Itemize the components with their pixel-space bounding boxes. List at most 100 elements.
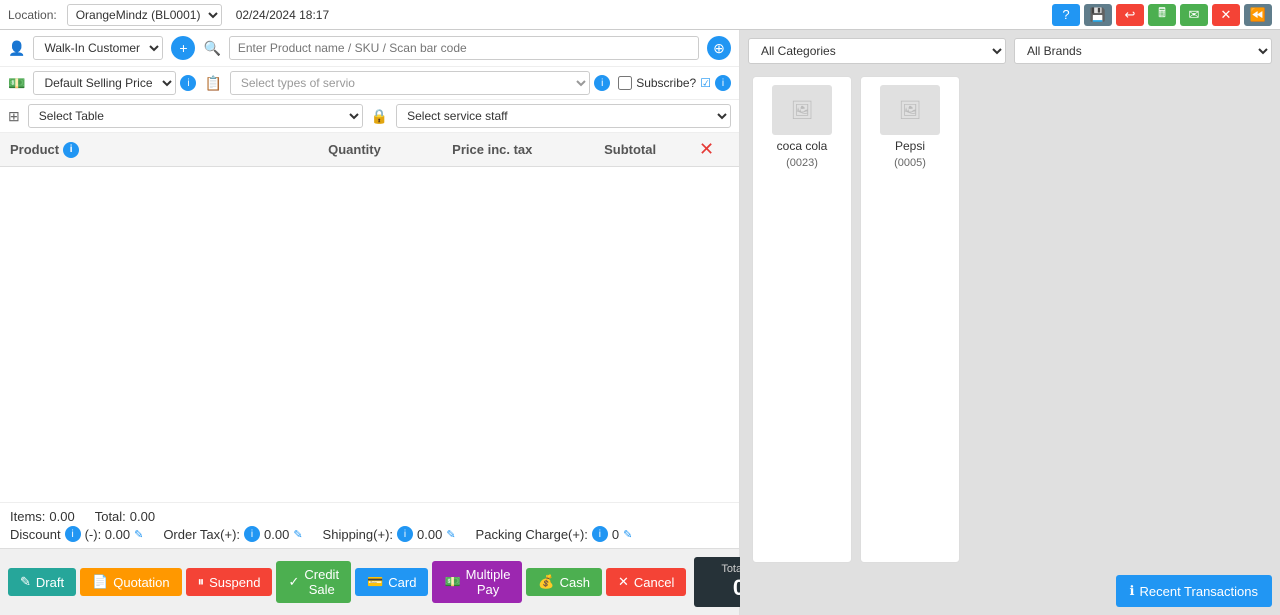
- service-icon: 📋: [204, 75, 221, 92]
- products-grid: 🖼 coca cola (0023) 🖼 Pepsi (0005): [748, 72, 1272, 567]
- cash-button[interactable]: 💰 Cash: [526, 568, 602, 596]
- packing-info-icon: i: [592, 526, 608, 542]
- service-type-info: i: [594, 75, 610, 91]
- order-tax-total: Order Tax(+): i 0.00 ✎: [163, 526, 302, 542]
- header-action: ✕: [699, 139, 729, 160]
- shipping-info-icon: i: [397, 526, 413, 542]
- header-price: Price inc. tax: [423, 142, 561, 157]
- card-icon: 💳: [367, 574, 383, 590]
- calculator-icon[interactable]: 🖩: [1148, 4, 1176, 26]
- cancel-icon: ✕: [618, 574, 629, 590]
- totals-row-1: Items: 0.00 Total: 0.00: [10, 509, 729, 524]
- product-image-coca-cola: 🖼: [772, 85, 832, 135]
- order-tax-edit-icon[interactable]: ✎: [293, 528, 302, 541]
- controls-row-2: 💵 Default Selling Price i 📋 Select types…: [0, 67, 739, 100]
- items-total: Items: 0.00: [10, 509, 75, 524]
- table-icon: ⊞: [8, 108, 20, 125]
- selling-price-info: i: [180, 75, 196, 91]
- service-staff-select[interactable]: Select service staff: [396, 104, 731, 128]
- close-window-icon[interactable]: ✕: [1212, 4, 1240, 26]
- totals-row-2: Discount i (-): 0.00 ✎ Order Tax(+): i 0…: [10, 526, 729, 542]
- location-select[interactable]: OrangeMindz (BL0001): [67, 4, 222, 26]
- subscribe-wrap: Subscribe? ☑ i: [618, 75, 731, 91]
- undo-icon[interactable]: ↩: [1116, 4, 1144, 26]
- table-header: Product i Quantity Price inc. tax Subtot…: [0, 133, 739, 167]
- draft-icon: ✎: [20, 574, 31, 590]
- filter-row: All Categories All Brands: [748, 38, 1272, 64]
- table-select-wrap: Select Table: [28, 104, 363, 128]
- price-icon: 💵: [8, 75, 25, 92]
- search-icon: 🔍: [203, 40, 220, 57]
- product-info-icon: i: [63, 142, 79, 158]
- selling-price-select[interactable]: Default Selling Price: [33, 71, 176, 95]
- right-bottom: ℹ Recent Transactions: [748, 575, 1272, 607]
- barcode-button[interactable]: ⊕: [707, 36, 731, 60]
- subscribe-label: Subscribe?: [636, 76, 696, 90]
- header-product: Product i: [10, 142, 286, 158]
- draft-button[interactable]: ✎ Draft: [8, 568, 76, 596]
- controls-row-1: 👤 Walk-In Customer + 🔍 ⊕: [0, 30, 739, 67]
- suspend-icon: ⏸: [198, 574, 205, 590]
- left-panel: 👤 Walk-In Customer + 🔍 ⊕ 💵 Default Selli…: [0, 30, 740, 615]
- quotation-button[interactable]: 📄 Quotation: [80, 568, 182, 596]
- right-panel: All Categories All Brands 🖼 coca cola (0…: [740, 30, 1280, 615]
- shipping-total: Shipping(+): i 0.00 ✎: [323, 526, 456, 542]
- packing-edit-icon[interactable]: ✎: [623, 528, 632, 541]
- back-icon[interactable]: ⏪: [1244, 4, 1272, 26]
- message-icon[interactable]: ✉: [1180, 4, 1208, 26]
- cancel-button[interactable]: ✕ Cancel: [606, 568, 686, 596]
- recent-transactions-button[interactable]: ℹ Recent Transactions: [1116, 575, 1272, 607]
- product-code-pepsi: (0005): [894, 157, 926, 169]
- brand-filter[interactable]: All Brands: [1014, 38, 1272, 64]
- product-name-coca-cola: coca cola: [777, 139, 828, 153]
- shipping-edit-icon[interactable]: ✎: [446, 528, 455, 541]
- customer-select[interactable]: Walk-In Customer: [33, 36, 163, 60]
- add-customer-button[interactable]: +: [171, 36, 195, 60]
- customer-icon: 👤: [8, 40, 25, 57]
- multiple-pay-button[interactable]: 💵 Multiple Pay: [432, 561, 522, 603]
- product-search-input[interactable]: [229, 36, 699, 60]
- help-icon[interactable]: ?: [1052, 4, 1080, 26]
- footer-totals: Items: 0.00 Total: 0.00 Discount i (-): …: [0, 502, 739, 548]
- product-card-pepsi[interactable]: 🖼 Pepsi (0005): [860, 76, 960, 563]
- table-select[interactable]: Select Table: [28, 104, 363, 128]
- product-card-coca-cola[interactable]: 🖼 coca cola (0023): [752, 76, 852, 563]
- product-code-coca-cola: (0023): [786, 157, 818, 169]
- discount-total: Discount i (-): 0.00 ✎: [10, 526, 143, 542]
- main-layout: 👤 Walk-In Customer + 🔍 ⊕ 💵 Default Selli…: [0, 30, 1280, 615]
- action-buttons: ✎ Draft 📄 Quotation ⏸ Suspend ✓ Credit S…: [0, 548, 739, 615]
- recent-transactions-icon: ℹ: [1130, 583, 1135, 599]
- save-icon[interactable]: 💾: [1084, 4, 1112, 26]
- subscribe-info-icon: ☑: [700, 76, 711, 90]
- quotation-icon: 📄: [92, 574, 108, 590]
- staff-icon: 🔒: [371, 108, 388, 125]
- credit-sale-icon: ✓: [288, 574, 299, 590]
- credit-sale-button[interactable]: ✓ Credit Sale: [276, 561, 351, 603]
- items-area: [0, 167, 739, 502]
- service-select-wrap: Select types of servio i: [230, 71, 610, 95]
- category-filter[interactable]: All Categories: [748, 38, 1006, 64]
- controls-row-3: ⊞ Select Table 🔒 Select service staff: [0, 100, 739, 133]
- header-quantity: Quantity: [286, 142, 424, 157]
- datetime: 02/24/2024 18:17: [236, 8, 329, 22]
- top-bar-buttons: ? 💾 ↩ 🖩 ✉ ✕ ⏪: [1052, 4, 1272, 26]
- total-amount: Total: 0.00: [95, 509, 155, 524]
- location-label: Location:: [8, 8, 57, 22]
- subscribe-checkbox[interactable]: [618, 76, 632, 90]
- multiple-pay-icon: 💵: [444, 574, 460, 590]
- product-name-pepsi: Pepsi: [895, 139, 925, 153]
- discount-edit-icon[interactable]: ✎: [134, 528, 143, 541]
- price-select-wrap: Default Selling Price i: [33, 71, 196, 95]
- card-button[interactable]: 💳 Card: [355, 568, 428, 596]
- service-type-select[interactable]: Select types of servio: [230, 71, 590, 95]
- product-image-pepsi: 🖼: [880, 85, 940, 135]
- cash-icon: 💰: [538, 574, 554, 590]
- staff-select-wrap: Select service staff: [396, 104, 731, 128]
- clear-all-button[interactable]: ✕: [699, 139, 714, 160]
- top-bar: Location: OrangeMindz (BL0001) 02/24/202…: [0, 0, 1280, 30]
- subscribe-info: i: [715, 75, 731, 91]
- suspend-button[interactable]: ⏸ Suspend: [186, 568, 273, 596]
- discount-info-icon: i: [65, 526, 81, 542]
- header-subtotal: Subtotal: [561, 142, 699, 157]
- packing-total: Packing Charge(+): i 0 ✎: [476, 526, 633, 542]
